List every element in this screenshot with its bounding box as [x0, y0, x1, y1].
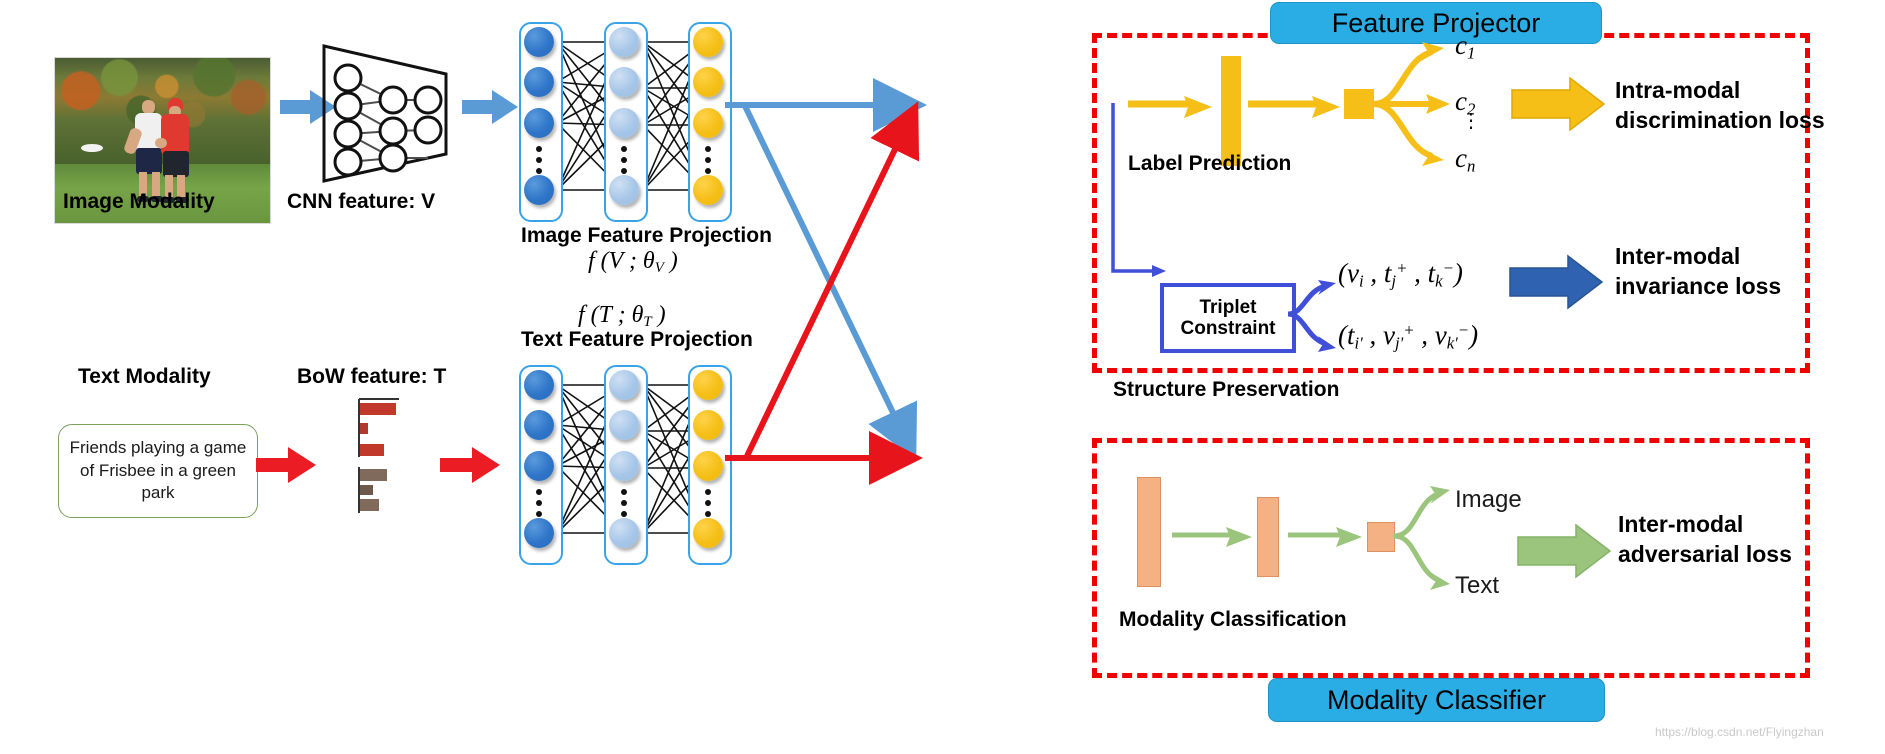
text-output-node — [693, 410, 723, 440]
triplet-expression-1: (vi , tj+ , tk−) — [1338, 258, 1463, 291]
text-input-node — [524, 518, 554, 548]
class-label-cn: cn — [1455, 143, 1476, 176]
adversarial-loss-label: Inter-modal adversarial loss — [1618, 510, 1792, 570]
text-output-node — [693, 370, 723, 400]
triplet-constraint-box: Triplet Constraint — [1160, 283, 1296, 353]
bow-feature-chart — [358, 398, 399, 513]
arrow-to-inter-modal-loss — [1509, 254, 1604, 310]
image-hidden-node — [609, 108, 639, 138]
label-prediction-label: Label Prediction — [1128, 152, 1292, 175]
intra-modal-loss-label: Intra-modal discrimination loss — [1615, 76, 1825, 136]
text-modality-label: Text Modality — [78, 365, 211, 388]
image-output-ellipsis — [705, 146, 711, 174]
cnn-feature-label: CNN feature: V — [287, 190, 436, 213]
arrow-modality-1-to-2 — [1172, 527, 1252, 547]
class-label-c1: c1 — [1455, 30, 1476, 63]
text-output-node — [693, 518, 723, 548]
arrow-to-label-prediction — [1128, 96, 1212, 118]
text-projection-formula: f (T ; θT ) — [578, 302, 666, 331]
arrow-text-to-bow — [256, 447, 316, 483]
arrow-cnn-to-image-projection — [462, 90, 518, 124]
arrow-modality-2-to-3 — [1288, 527, 1362, 547]
text-hidden-node — [609, 518, 639, 548]
text-input-node — [524, 451, 554, 481]
text-hidden-ellipsis — [621, 489, 627, 517]
cnn-feature-diagram — [322, 44, 448, 183]
text-input-ellipsis — [536, 489, 542, 517]
image-modality-label: Image Modality — [63, 190, 215, 213]
connector-to-triplet — [1111, 103, 1166, 277]
softmax-block — [1344, 89, 1374, 119]
modality-classifier-bar-1 — [1137, 477, 1161, 587]
badge-modality-classifier-label: Modality Classifier — [1326, 684, 1547, 715]
image-output-node — [693, 108, 723, 138]
frisbee-disc — [81, 144, 103, 152]
modality-output-image-label: Image — [1455, 486, 1522, 513]
text-output-node — [693, 451, 723, 481]
inter-modal-loss-line1: Inter-modal — [1615, 243, 1741, 269]
image-output-node — [693, 27, 723, 57]
image-input-ellipsis — [536, 146, 542, 174]
text-output-ellipsis — [705, 489, 711, 517]
arrow-to-intra-modal-loss — [1511, 76, 1606, 132]
inter-modal-loss-label: Inter-modal invariance loss — [1615, 242, 1781, 302]
triplet-expression-2: (ti' , vj'+ , vk'−) — [1338, 320, 1479, 353]
cross-modal-connectors — [725, 78, 927, 485]
text-modality-caption-box: Friends playing a game of Frisbee in a g… — [58, 424, 258, 518]
label-prediction-bar — [1221, 56, 1241, 166]
intra-modal-loss-line1: Intra-modal — [1615, 77, 1741, 103]
arrow-bow-to-text-projection — [440, 447, 500, 483]
text-hidden-node — [609, 410, 639, 440]
image-hidden-ellipsis — [621, 146, 627, 174]
structure-preservation-label: Structure Preservation — [1113, 378, 1340, 401]
modality-classifier-bar-2 — [1257, 497, 1279, 577]
text-projection-label: Text Feature Projection — [521, 328, 753, 351]
text-input-node — [524, 370, 554, 400]
text-hidden-node — [609, 451, 639, 481]
triplet-box-line1: Triplet — [1199, 296, 1257, 318]
image-output-node — [693, 175, 723, 205]
diagram-canvas: Feature Projector Modality Classifier Im… — [0, 0, 1885, 754]
badge-feature-projector-label: Feature Projector — [1331, 7, 1541, 38]
image-projection-formula: f (V ; θV ) — [588, 248, 678, 277]
image-hidden-node — [609, 27, 639, 57]
triplet-box-line2: Constraint — [1180, 318, 1276, 339]
image-hidden-node — [609, 175, 639, 205]
modality-classifier-bar-3 — [1367, 522, 1395, 552]
badge-modality-classifier: Modality Classifier — [1268, 678, 1605, 722]
inter-modal-loss-line2: invariance loss — [1615, 272, 1782, 299]
image-output-node — [693, 67, 723, 97]
image-hidden-node — [609, 67, 639, 97]
intra-modal-loss-line2: discrimination loss — [1615, 106, 1825, 133]
text-input-node — [524, 410, 554, 440]
watermark: https://blog.csdn.net/Flyingzhan — [1655, 725, 1824, 739]
adversarial-loss-line1: Inter-modal — [1618, 511, 1744, 537]
modality-classification-label: Modality Classification — [1119, 608, 1347, 631]
arrow-to-adversarial-loss — [1517, 523, 1612, 579]
adversarial-loss-line2: adversarial loss — [1618, 540, 1792, 567]
text-modality-caption: Friends playing a game of Frisbee in a g… — [69, 437, 247, 503]
image-input-node — [524, 175, 554, 205]
class-vertical-ellipsis: ⋮ — [1461, 110, 1481, 132]
arrow-label-prediction-to-softmax — [1248, 96, 1340, 118]
image-input-node — [524, 27, 554, 57]
modality-output-text-label: Text — [1455, 572, 1500, 599]
image-input-node — [524, 67, 554, 97]
text-hidden-node — [609, 370, 639, 400]
image-input-node — [524, 108, 554, 138]
bow-feature-label: BoW feature: T — [297, 365, 447, 388]
